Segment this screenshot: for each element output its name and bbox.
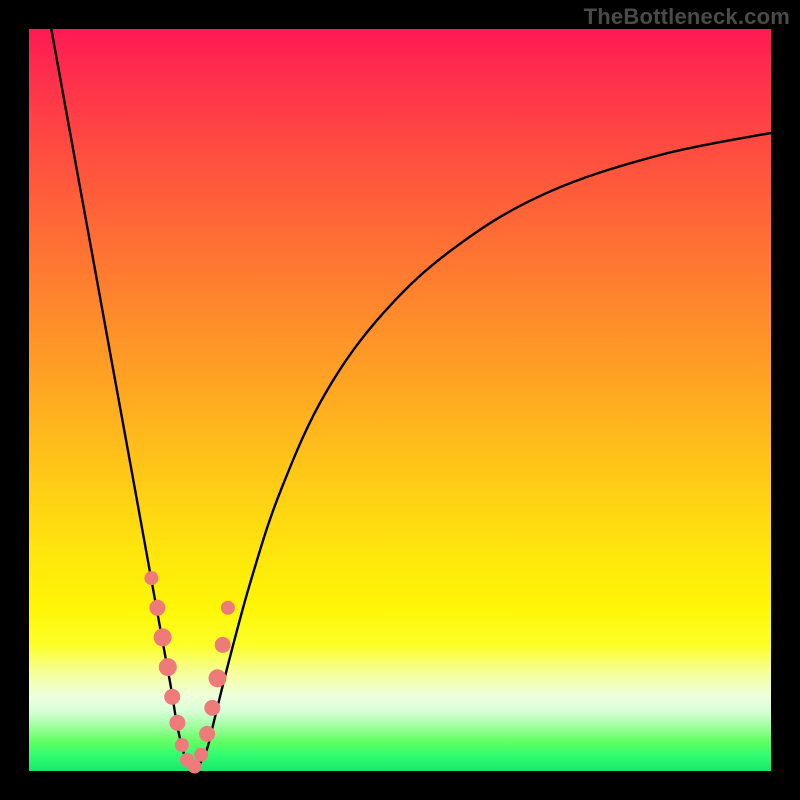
plot-area [29,29,771,771]
highlight-marker [154,628,172,646]
chart-frame: TheBottleneck.com [0,0,800,800]
highlight-marker [149,600,165,616]
highlight-marker [175,738,189,752]
highlight-marker [188,760,202,774]
highlight-marker [215,637,231,653]
bottleneck-curve [51,29,771,768]
highlight-marker [199,726,215,742]
chart-svg [29,29,771,771]
highlight-markers [144,571,235,773]
highlight-marker [169,715,185,731]
highlight-marker [209,669,227,687]
highlight-marker [221,601,235,615]
highlight-marker [204,700,220,716]
highlight-marker [144,571,158,585]
highlight-marker [194,748,208,762]
watermark-text: TheBottleneck.com [584,4,790,30]
highlight-marker [164,689,180,705]
highlight-marker [159,658,177,676]
